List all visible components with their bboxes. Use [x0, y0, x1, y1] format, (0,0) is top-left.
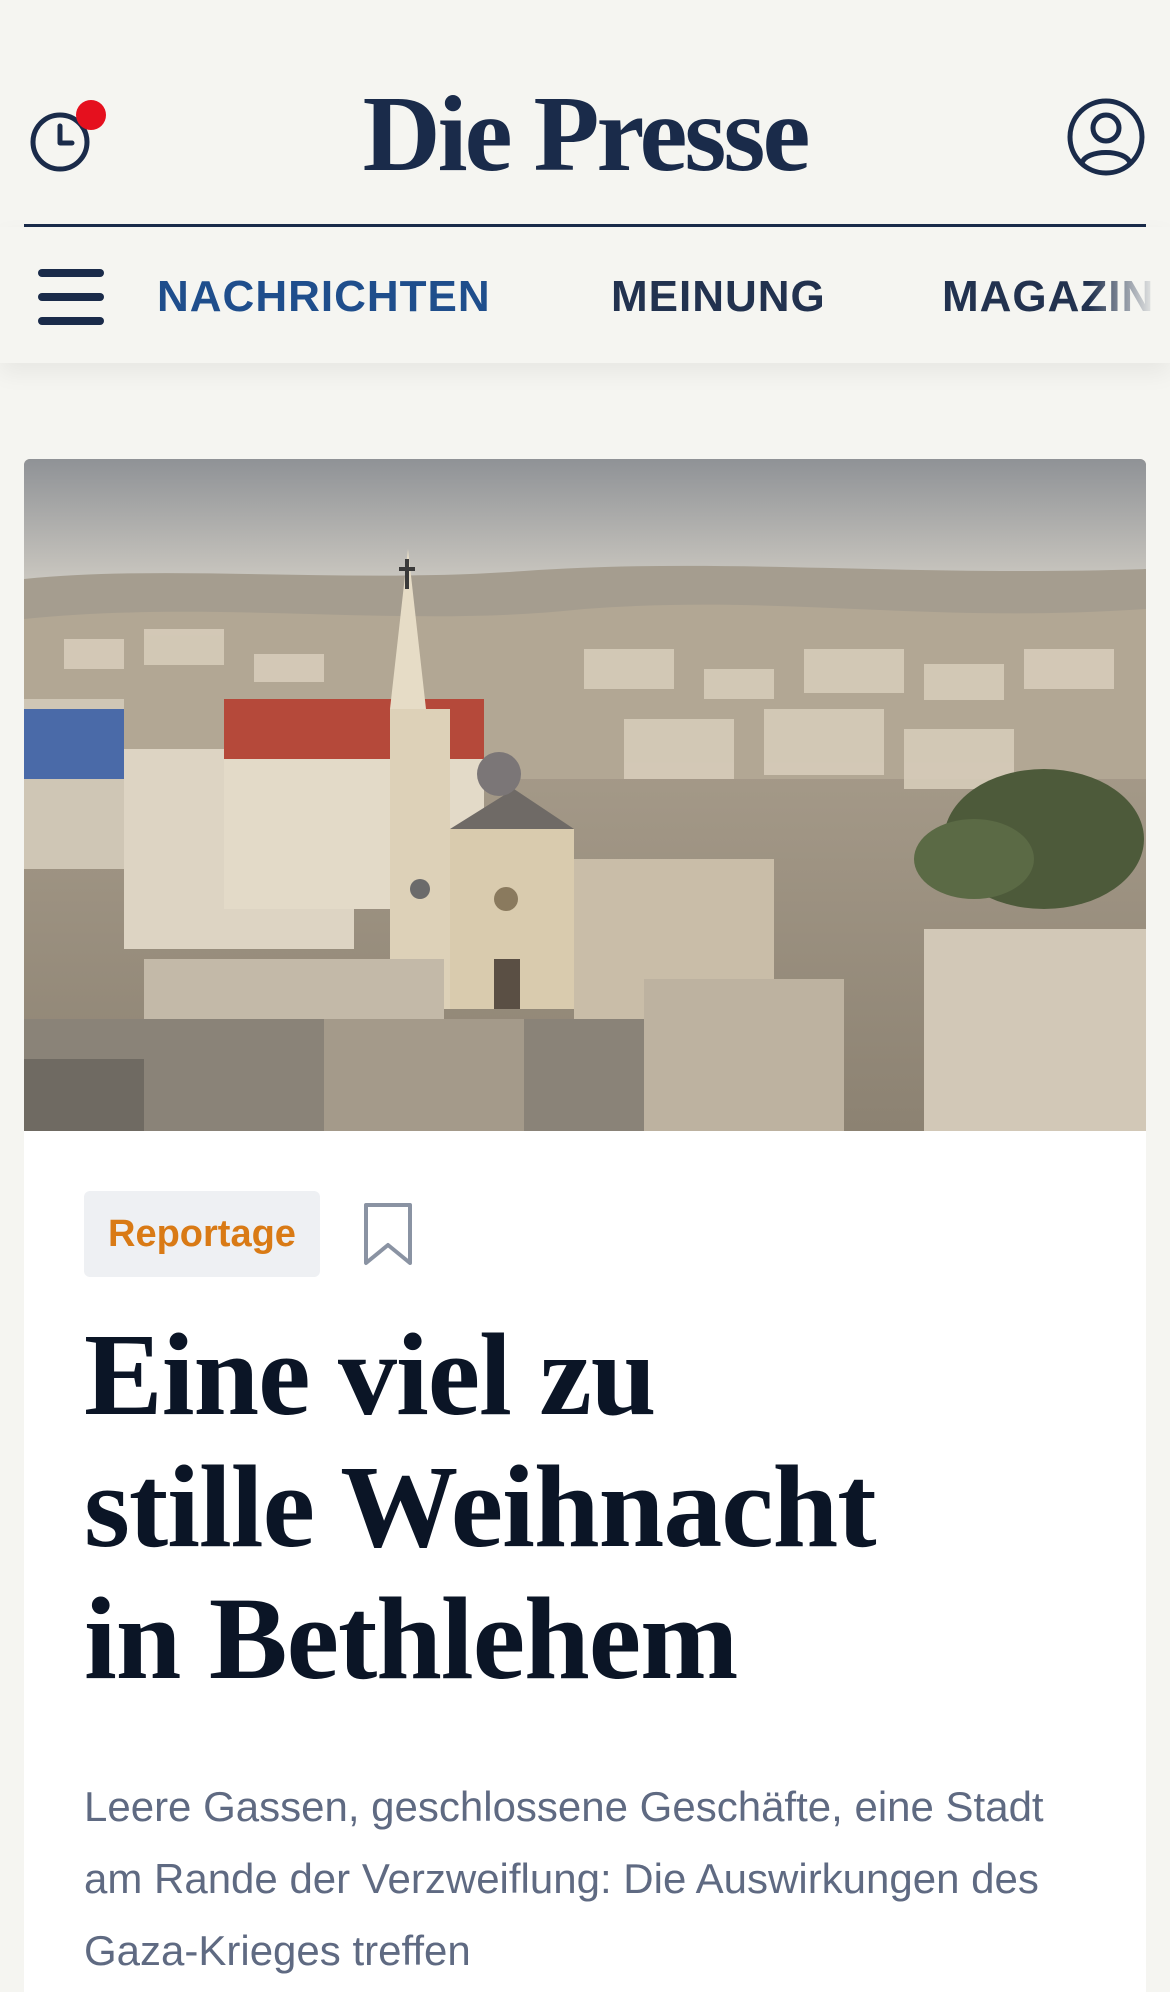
user-circle-icon [1067, 98, 1145, 176]
site-logo[interactable]: Die Presse [0, 75, 1170, 195]
account-button[interactable] [1066, 97, 1146, 177]
nav-item-nachrichten[interactable]: NACHRICHTEN [157, 271, 491, 323]
bethlehem-photo [24, 459, 1146, 1131]
nav-item-meinung[interactable]: MEINUNG [611, 271, 826, 323]
article-card[interactable]: Reportage Eine viel zu stille Weihnacht … [24, 459, 1146, 1992]
article-hero-image[interactable] [24, 459, 1146, 1131]
article-headline[interactable]: Eine viel zu stille Weihnacht in Bethleh… [84, 1309, 1084, 1705]
nav-scroll-fade [1090, 227, 1170, 363]
site-header: Die Presse [0, 0, 1170, 227]
section-nav: NACHRICHTEN MEINUNG MAGAZIN [0, 227, 1170, 363]
app-screen: Die Presse NACHRICHTEN MEINUNG MAGAZIN R… [0, 0, 1170, 1992]
category-tag[interactable]: Reportage [84, 1191, 320, 1277]
article-lead: Leere Gassen, geschlossene Geschäfte, ei… [84, 1783, 1044, 1974]
headline-line: in Bethlehem [84, 1573, 738, 1704]
bookmark-button[interactable] [362, 1201, 414, 1267]
headline-line: stille Weihnacht [84, 1441, 877, 1572]
hamburger-menu-icon[interactable] [38, 269, 106, 325]
bookmark-icon [364, 1203, 412, 1265]
headline-line: Eine viel zu [84, 1309, 656, 1440]
